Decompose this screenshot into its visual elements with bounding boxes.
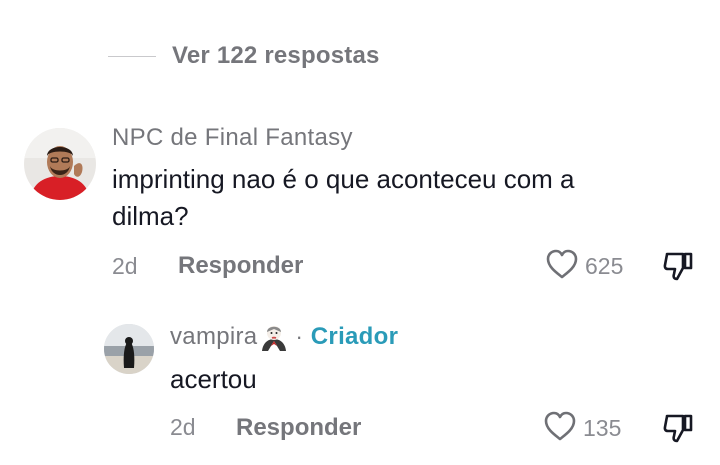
- thumbs-down-outline-icon: [661, 252, 695, 286]
- comment-text: acertou: [170, 364, 257, 394]
- avatar[interactable]: [24, 128, 96, 200]
- replies-divider-line: [108, 56, 156, 57]
- thumbs-down-outline-icon: [661, 414, 695, 448]
- dislike-button[interactable]: [661, 412, 695, 449]
- heart-outline-icon: [543, 410, 577, 447]
- like-button[interactable]: 625: [545, 248, 623, 285]
- comment-username[interactable]: NPC de Final Fantasy: [112, 124, 353, 152]
- comment-text: imprinting nao é o que aconteceu com a d…: [112, 164, 575, 231]
- reply-header: vampira · Criador: [170, 322, 398, 352]
- like-button[interactable]: 135: [543, 410, 621, 447]
- heart-outline-icon: [545, 248, 579, 285]
- reply-button[interactable]: Responder: [178, 252, 303, 280]
- view-replies-link[interactable]: Ver 122 respostas: [172, 42, 380, 70]
- vampire-emoji-icon: [259, 322, 289, 352]
- dislike-button[interactable]: [661, 250, 695, 287]
- reply-button[interactable]: Responder: [236, 414, 361, 442]
- avatar[interactable]: [104, 324, 154, 374]
- like-count: 625: [585, 253, 624, 279]
- like-count: 135: [583, 415, 622, 441]
- comment-date: 2d: [112, 253, 138, 279]
- creator-badge: Criador: [310, 323, 399, 350]
- comment-username[interactable]: vampira: [170, 323, 257, 351]
- separator-dot: ·: [295, 324, 303, 349]
- comment-date: 2d: [170, 414, 196, 440]
